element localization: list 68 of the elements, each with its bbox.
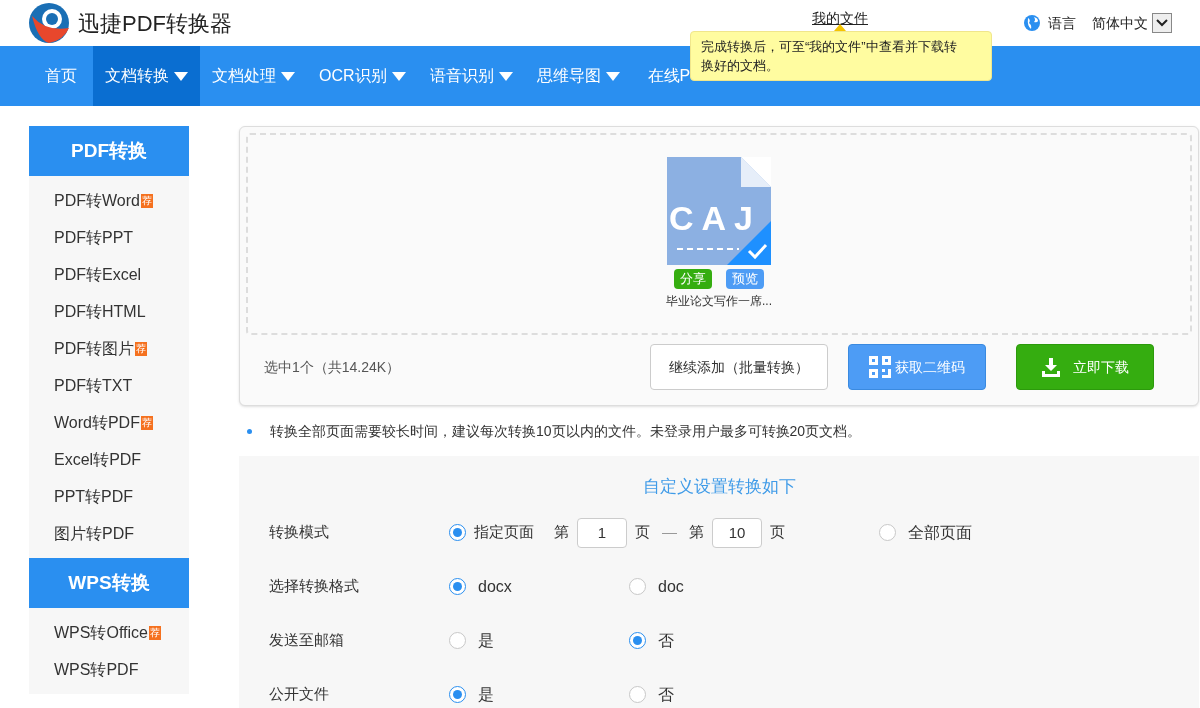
option-label: 否 bbox=[658, 630, 674, 651]
selection-info: 选中1个（共14.24K） bbox=[264, 357, 401, 377]
radio-button[interactable] bbox=[449, 632, 466, 649]
sidebar-link[interactable]: WPS转PDF bbox=[54, 657, 139, 682]
caret-icon bbox=[281, 71, 295, 81]
page-prefix: 第 bbox=[554, 522, 569, 543]
page-to-field[interactable]: 10 bbox=[712, 517, 762, 548]
option-label: 是 bbox=[478, 630, 494, 651]
download-icon bbox=[1041, 357, 1061, 377]
sidebar-heading: PDF转换 bbox=[29, 126, 189, 176]
radio-button[interactable] bbox=[449, 686, 466, 703]
language-label[interactable]: 语言 bbox=[1048, 12, 1076, 34]
setting-label: 选择转换格式 bbox=[269, 576, 360, 597]
add-more-button[interactable]: 继续添加（批量转换） bbox=[650, 344, 828, 390]
radio-button[interactable] bbox=[629, 686, 646, 703]
caret-icon bbox=[498, 71, 513, 81]
option-label: 是 bbox=[478, 684, 494, 705]
radio-button[interactable] bbox=[449, 524, 466, 541]
option-label: 否 bbox=[658, 684, 674, 705]
option-label: docx bbox=[478, 576, 512, 597]
recommend-badge: 荐 bbox=[140, 193, 153, 208]
file-type-text: CAJ bbox=[668, 198, 762, 239]
my-files-link[interactable]: 我的文件 bbox=[812, 8, 868, 29]
range-dash: — bbox=[662, 522, 677, 543]
caret-icon bbox=[174, 71, 188, 81]
sidebar-link[interactable]: PDF转PPT bbox=[54, 225, 134, 250]
page-from-field[interactable]: 1 bbox=[577, 517, 627, 548]
recommend-badge: 荐 bbox=[140, 415, 153, 430]
sidebar-link[interactable]: PDF转Word bbox=[54, 188, 140, 213]
setting-label: 转换模式 bbox=[269, 522, 330, 543]
page-unit: 页 bbox=[770, 522, 785, 543]
language-select[interactable]: 简体中文 bbox=[1092, 12, 1172, 34]
setting-label: 发送至邮箱 bbox=[269, 630, 345, 651]
settings-title: 自定义设置转换如下 bbox=[641, 476, 797, 498]
radio-button[interactable] bbox=[449, 578, 466, 595]
file-name: 毕业论文写作一席... bbox=[666, 293, 772, 310]
sidebar-link[interactable]: Excel转PDF bbox=[54, 447, 142, 472]
sidebar-link[interactable]: 图片转PDF bbox=[54, 521, 134, 546]
globe-icon bbox=[1024, 15, 1040, 31]
recommend-badge: 荐 bbox=[148, 625, 161, 640]
sidebar-link[interactable]: PDF转TXT bbox=[54, 373, 133, 398]
sidebar-link[interactable]: PDF转图片 bbox=[54, 336, 134, 361]
notice-text: 转换全部页面需要较长时间，建议每次转换10页以内的文件。未登录用户最多可转换20页文档。 bbox=[270, 421, 862, 441]
page-unit: 页 bbox=[635, 522, 650, 543]
radio-button[interactable] bbox=[629, 632, 646, 649]
dashed-line bbox=[677, 248, 739, 250]
sidebar-link[interactable]: PDF转HTML bbox=[54, 299, 146, 324]
tooltip: 完成转换后，可至“我的文件”中查看并下载转换好的文档。 bbox=[690, 31, 992, 81]
option-label: doc bbox=[658, 576, 684, 597]
sidebar-link[interactable]: PPT转PDF bbox=[54, 484, 134, 509]
radio-button[interactable] bbox=[879, 524, 896, 541]
caret-icon bbox=[605, 71, 620, 81]
page-corner-icon bbox=[741, 157, 771, 187]
setting-label: 公开文件 bbox=[269, 684, 330, 705]
sidebar-heading: WPS转换 bbox=[29, 558, 189, 608]
page-prefix: 第 bbox=[689, 522, 704, 543]
option-label: 全部页面 bbox=[908, 522, 972, 543]
chevron-down-icon bbox=[1156, 19, 1168, 27]
qr-code-icon bbox=[869, 356, 891, 378]
sidebar-link[interactable]: WPS转Office bbox=[54, 620, 148, 645]
logo-text: 迅捷PDF转换器 bbox=[78, 9, 232, 38]
sidebar-link[interactable]: PDF转Excel bbox=[54, 262, 142, 287]
nav-tab[interactable]: 文档转换 bbox=[93, 46, 200, 106]
option-label: 指定页面 bbox=[474, 522, 534, 543]
sidebar-link[interactable]: Word转PDF bbox=[54, 410, 140, 435]
caret-icon bbox=[391, 71, 406, 81]
radio-button[interactable] bbox=[629, 578, 646, 595]
recommend-badge: 荐 bbox=[135, 341, 147, 356]
